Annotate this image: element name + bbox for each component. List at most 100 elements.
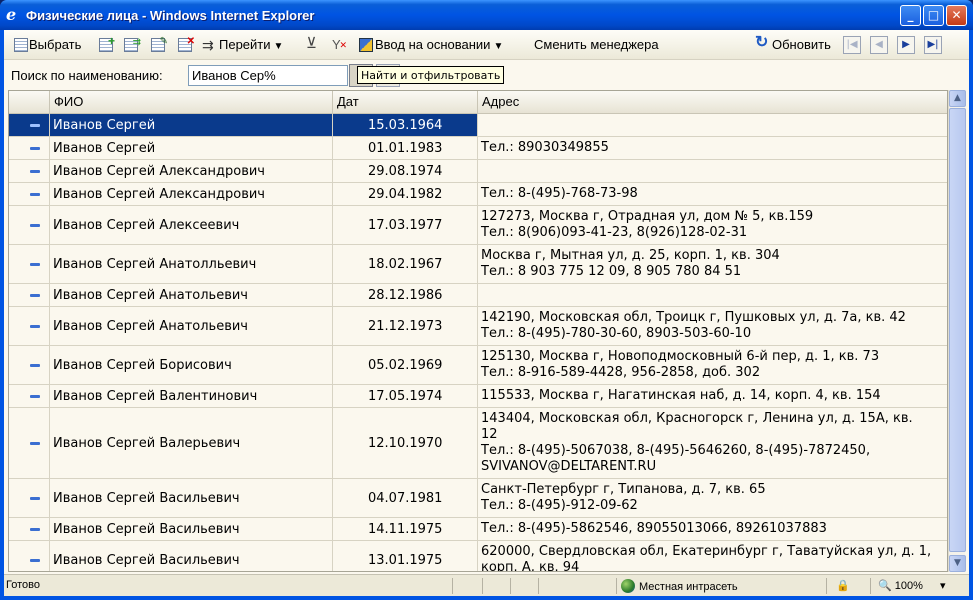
table-row[interactable]: Иванов Сергей Борисович 05.02.1969 125130,…: [9, 346, 947, 385]
zoom-icon: 🔍: [878, 580, 892, 592]
delete-button[interactable]: [176, 32, 195, 55]
basis-input-menu-button[interactable]: Ввод на основании ▼: [358, 35, 503, 55]
cell-address[interactable]: 127273, Москва г, Отрадная ул, дом № 5, …: [478, 206, 947, 244]
nav-prev-button[interactable]: ◀: [870, 36, 888, 54]
cell-name[interactable]: Иванов Сергей: [50, 114, 333, 136]
cell-address[interactable]: Тел.: 8-(495)-768-73-98: [478, 183, 947, 205]
cell-date[interactable]: 21.12.1973: [333, 307, 478, 345]
cell-date[interactable]: 12.10.1970: [333, 408, 478, 478]
cell-date[interactable]: 15.03.1964: [333, 114, 478, 136]
cell-name[interactable]: Иванов Сергей Анатолльевич: [50, 245, 333, 283]
status-divider: [482, 578, 483, 594]
table-row[interactable]: Иванов Сергей Алексеевич 17.03.1977 127273…: [9, 206, 947, 245]
cell-name[interactable]: Иванов Сергей Васильевич: [50, 479, 333, 517]
cell-address[interactable]: [478, 114, 947, 136]
cell-date[interactable]: 17.05.1974: [333, 385, 478, 407]
cell-date[interactable]: 01.01.1983: [333, 137, 478, 159]
table-row[interactable]: Иванов Сергей Валентинович 17.05.1974 1155…: [9, 385, 947, 408]
record-icon: [30, 395, 40, 398]
cell-date[interactable]: 29.08.1974: [333, 160, 478, 182]
scroll-thumb[interactable]: [949, 108, 966, 552]
column-header-date[interactable]: Дат: [333, 91, 478, 114]
vertical-scrollbar[interactable]: ▲ ▼: [948, 90, 966, 572]
record-icon: [30, 497, 40, 500]
table-row[interactable]: Иванов Сергей Васильевич 14.11.1975 Тел.: …: [9, 518, 947, 541]
table-row[interactable]: Иванов Сергей 15.03.1964: [9, 114, 947, 137]
select-button[interactable]: Выбрать: [12, 35, 81, 55]
table-row[interactable]: Иванов Сергей Анатольевич 21.12.1973 14219…: [9, 307, 947, 346]
record-icon: [30, 170, 40, 173]
security-zone[interactable]: Местная интрасеть: [621, 579, 738, 593]
delete-mark-icon: [176, 32, 195, 52]
cell-name[interactable]: Иванов Сергей Александрович: [50, 160, 333, 182]
table-row[interactable]: Иванов Сергей Александрович 29.04.1982 Тел…: [9, 183, 947, 206]
filter-button[interactable]: [304, 34, 321, 55]
nav-last-button[interactable]: ▶|: [924, 36, 942, 54]
cell-date[interactable]: 05.02.1969: [333, 346, 478, 384]
cell-date[interactable]: 13.01.1975: [333, 541, 478, 571]
edit-button[interactable]: [149, 32, 168, 55]
cell-date[interactable]: 14.11.1975: [333, 518, 478, 540]
cell-address[interactable]: 143404, Московская обл, Красногорск г, Л…: [478, 408, 947, 478]
table-row[interactable]: Иванов Сергей Васильевич 13.01.1975 620000…: [9, 541, 947, 571]
cell-address[interactable]: 115533, Москва г, Нагатинская наб, д. 14…: [478, 385, 947, 407]
select-list-icon: [12, 36, 28, 52]
title-bar[interactable]: e Физические лица - Windows Internet Exp…: [0, 0, 973, 30]
cell-date[interactable]: 18.02.1967: [333, 245, 478, 283]
cell-address[interactable]: Тел.: 89030349855: [478, 137, 947, 159]
cell-address[interactable]: [478, 160, 947, 182]
cell-name[interactable]: Иванов Сергей Алексеевич: [50, 206, 333, 244]
cell-name[interactable]: Иванов Сергей Валентинович: [50, 385, 333, 407]
chevron-down-icon: ▼: [493, 41, 504, 52]
cell-name[interactable]: Иванов Сергей Александрович: [50, 183, 333, 205]
zoom-control[interactable]: 🔍 100% ▾: [878, 579, 946, 592]
page-content: Выбрать Перейти▼ Ввод на основании▼ Смен…: [4, 30, 969, 596]
change-manager-button[interactable]: Сменить менеджера: [534, 35, 659, 55]
protected-mode-icon[interactable]: 🔒: [836, 579, 850, 592]
goto-label: Перейти: [219, 37, 271, 52]
cell-name[interactable]: Иванов Сергей Валерьевич: [50, 408, 333, 478]
goto-menu-button[interactable]: Перейти▼: [202, 35, 283, 55]
cell-date[interactable]: 28.12.1986: [333, 284, 478, 306]
table-row[interactable]: Иванов Сергей 01.01.1983 Тел.: 89030349855: [9, 137, 947, 160]
add-button[interactable]: [97, 31, 115, 55]
table-row[interactable]: Иванов Сергей Васильевич 04.07.1981 Санкт-…: [9, 479, 947, 518]
close-button[interactable]: ✕: [946, 5, 967, 26]
cell-date[interactable]: 04.07.1981: [333, 479, 478, 517]
scroll-down-button[interactable]: ▼: [949, 555, 966, 572]
copy-button[interactable]: [122, 33, 141, 55]
cell-name[interactable]: Иванов Сергей Анатольевич: [50, 284, 333, 306]
nav-next-button[interactable]: ▶: [897, 36, 915, 54]
cell-address[interactable]: Москва г, Мытная ул, д. 25, корп. 1, кв.…: [478, 245, 947, 283]
cell-address[interactable]: Тел.: 8-(495)-5862546, 89055013066, 8926…: [478, 518, 947, 540]
cell-address[interactable]: [478, 284, 947, 306]
scroll-up-button[interactable]: ▲: [949, 90, 966, 107]
cell-name[interactable]: Иванов Сергей Анатольевич: [50, 307, 333, 345]
column-header-icon[interactable]: [9, 91, 50, 114]
table-row[interactable]: Иванов Сергей Валерьевич 12.10.1970 143404…: [9, 408, 947, 479]
cell-name[interactable]: Иванов Сергей Васильевич: [50, 541, 333, 571]
cell-name[interactable]: Иванов Сергей Борисович: [50, 346, 333, 384]
row-status-cell: [9, 385, 50, 407]
table-row[interactable]: Иванов Сергей Анатольевич 28.12.1986: [9, 284, 947, 307]
cell-address[interactable]: 125130, Москва г, Новоподмосковный 6-й п…: [478, 346, 947, 384]
cell-date[interactable]: 17.03.1977: [333, 206, 478, 244]
cell-address[interactable]: 620000, Свердловская обл, Екатеринбург г…: [478, 541, 947, 571]
table-row[interactable]: Иванов Сергей Анатолльевич 18.02.1967 Моск…: [9, 245, 947, 284]
clear-filter-button[interactable]: [330, 35, 347, 55]
refresh-button[interactable]: Обновить: [755, 33, 831, 55]
search-input[interactable]: [188, 65, 348, 86]
cell-address[interactable]: 142190, Московская обл, Троицк г, Пушков…: [478, 307, 947, 345]
minimize-button[interactable]: _: [900, 5, 921, 26]
column-header-address[interactable]: Адрес: [478, 91, 947, 114]
filter-icon: [304, 34, 320, 54]
cell-name[interactable]: Иванов Сергей: [50, 137, 333, 159]
cell-address[interactable]: Санкт-Петербург г, Типанова, д. 7, кв. 6…: [478, 479, 947, 517]
intranet-globe-icon: [621, 579, 635, 593]
cell-name[interactable]: Иванов Сергей Васильевич: [50, 518, 333, 540]
maximize-button[interactable]: □: [923, 5, 944, 26]
table-row[interactable]: Иванов Сергей Александрович 29.08.1974: [9, 160, 947, 183]
nav-first-button[interactable]: |◀: [843, 36, 861, 54]
cell-date[interactable]: 29.04.1982: [333, 183, 478, 205]
column-header-name[interactable]: ФИО: [50, 91, 333, 114]
